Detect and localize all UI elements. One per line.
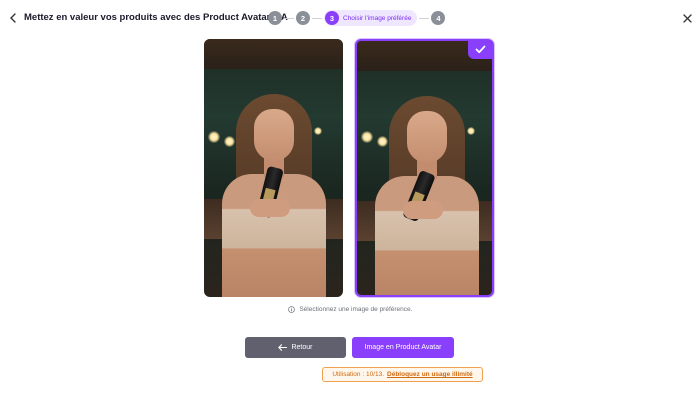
chevron-left-icon	[10, 13, 16, 23]
check-icon	[475, 45, 486, 54]
page-title: Mettez en valeur vos produits avec des P…	[24, 12, 288, 23]
step-3: 3	[325, 11, 339, 25]
close-button[interactable]	[680, 10, 694, 26]
product-avatar-button-label: Image en Product Avatar	[364, 344, 442, 351]
arrow-left-icon	[278, 344, 288, 351]
step-2[interactable]: 2	[296, 11, 310, 25]
selection-hint: Sélectionnez une image de préférence.	[0, 306, 700, 313]
step-4[interactable]: 4	[431, 11, 446, 25]
step-connector	[419, 17, 430, 19]
back-button-label: Retour	[291, 344, 313, 351]
unlock-unlimited-link[interactable]: Débloquez un usage illimité	[387, 371, 473, 378]
usage-notice: Utilisation : 10/13. Débloquez un usage …	[322, 367, 483, 382]
stepper: 1 2 3 Choisir l'image préférée 4	[268, 10, 446, 26]
step-1[interactable]: 1	[268, 11, 282, 25]
step-connector	[312, 17, 322, 19]
back-button[interactable]: Retour	[245, 337, 346, 358]
step-3-label: Choisir l'image préférée	[343, 14, 412, 22]
image-option-2-selected[interactable]	[355, 39, 494, 297]
step-connector	[284, 17, 294, 19]
close-icon	[682, 13, 692, 23]
selected-check-badge	[468, 41, 492, 59]
hint-text: Sélectionnez une image de préférence.	[299, 306, 413, 314]
image-option-1[interactable]	[204, 39, 343, 297]
portrait-photo-icon	[204, 39, 343, 297]
portrait-photo-icon	[357, 41, 492, 295]
back-chevron-button[interactable]	[6, 10, 20, 26]
info-icon	[287, 306, 295, 313]
product-avatar-button[interactable]: Image en Product Avatar	[352, 337, 454, 358]
step-3-active[interactable]: 3 Choisir l'image préférée	[324, 10, 418, 26]
usage-text: Utilisation : 10/13.	[332, 371, 385, 378]
